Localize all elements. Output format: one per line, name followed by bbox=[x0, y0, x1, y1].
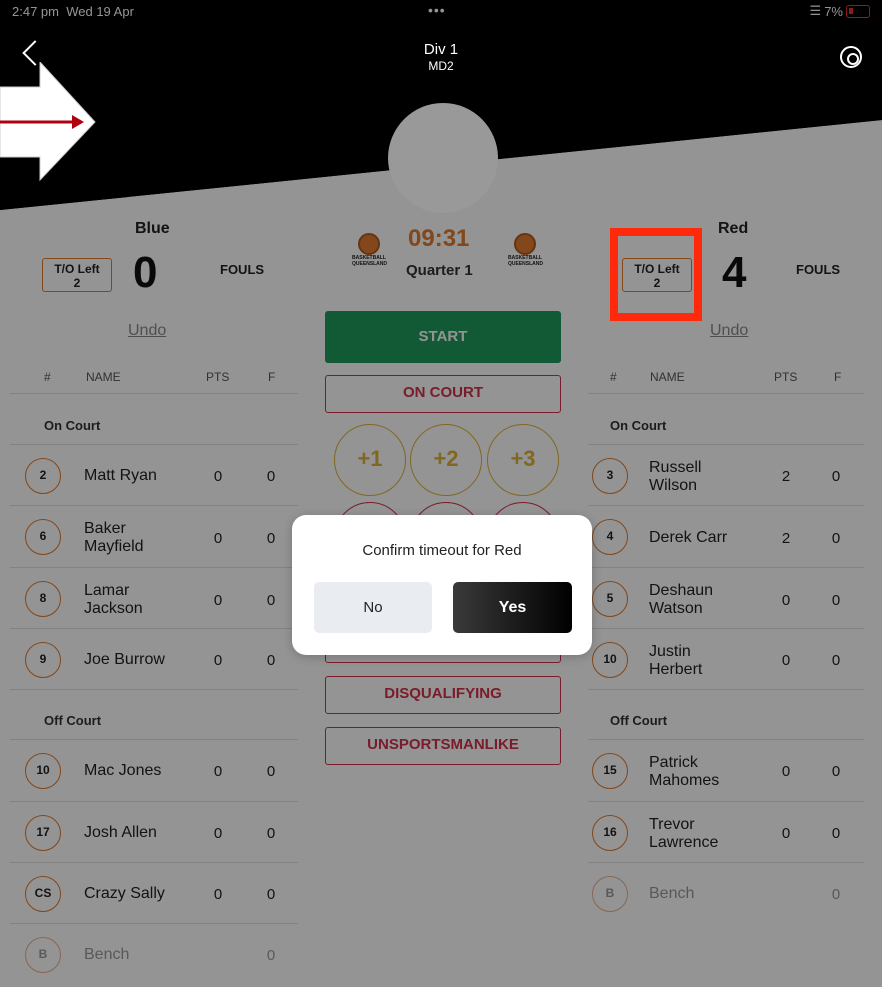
dialog-title: Confirm timeout for Red bbox=[362, 542, 522, 559]
game-code-subtitle: MD2 bbox=[428, 59, 454, 73]
scorekeeper-app: 2:47 pm Wed 19 Apr ••• ☰ 7% Div 1 MD2 Bl… bbox=[0, 0, 882, 987]
yes-button[interactable]: Yes bbox=[453, 582, 572, 633]
annotation-arrow-icon bbox=[0, 62, 96, 182]
highlight-box bbox=[610, 228, 702, 321]
no-button[interactable]: No bbox=[314, 582, 432, 633]
gear-icon[interactable] bbox=[840, 46, 862, 68]
game-logo-circle bbox=[388, 103, 498, 213]
game-division-title: Div 1 bbox=[423, 41, 459, 58]
confirm-timeout-dialog: Confirm timeout for Red No Yes bbox=[292, 515, 592, 655]
